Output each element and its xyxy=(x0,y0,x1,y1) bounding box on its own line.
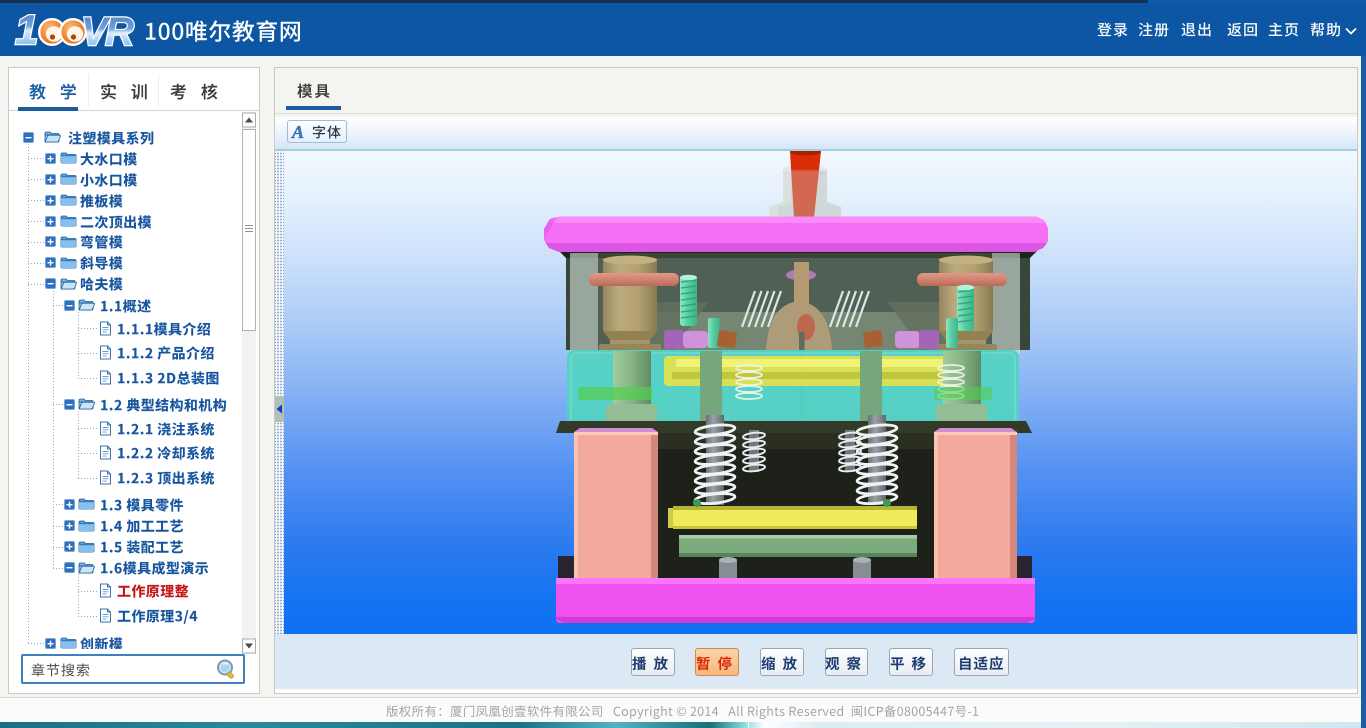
svg-text:VR: VR xyxy=(81,10,134,54)
svg-text:A: A xyxy=(291,122,304,142)
svg-text:1: 1 xyxy=(15,6,38,53)
